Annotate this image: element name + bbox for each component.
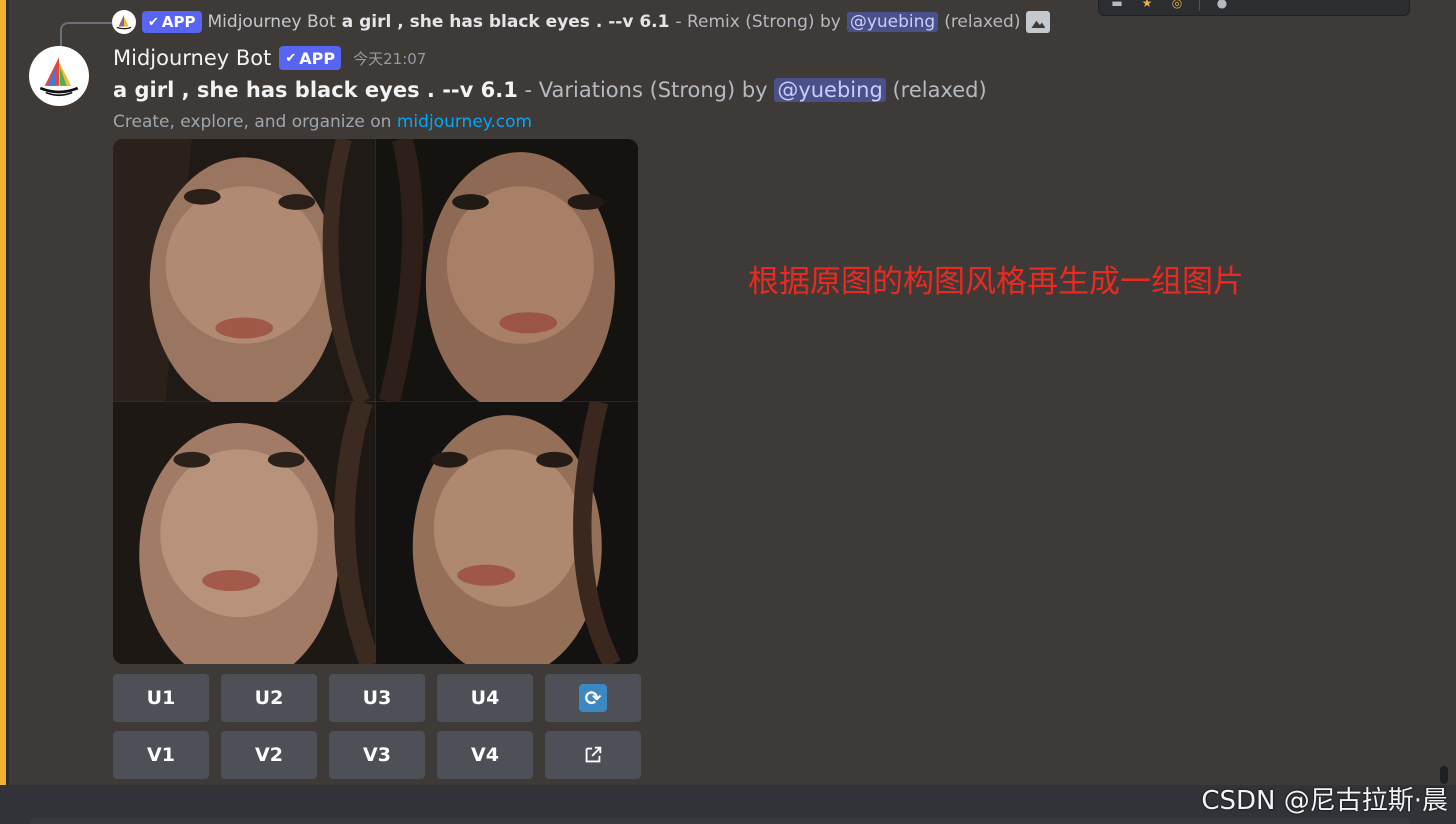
reply-author[interactable]: Midjourney Bot xyxy=(208,12,336,32)
author-name[interactable]: Midjourney Bot xyxy=(113,46,271,70)
variation-button-row: V1 V2 V3 V4 xyxy=(113,731,641,779)
checkmark-icon: ✔ xyxy=(285,50,297,66)
reaction-icon[interactable]: ▬ xyxy=(1109,0,1125,9)
midjourney-link[interactable]: midjourney.com xyxy=(397,112,532,132)
v4-button[interactable]: V4 xyxy=(437,731,533,779)
reply-mention[interactable]: @yuebing xyxy=(846,12,939,32)
grid-image-2[interactable] xyxy=(375,139,638,402)
message-mode: - Variations (Strong) by xyxy=(524,78,768,102)
sailboat-logo-icon xyxy=(116,14,132,30)
user-mention[interactable]: @yuebing xyxy=(774,78,886,102)
u1-button[interactable]: U1 xyxy=(113,674,209,722)
emoji-icon[interactable]: ◎ xyxy=(1169,0,1185,9)
message-hover-toolbar: ▬ ★ ◎ ● xyxy=(1098,0,1410,16)
star-icon[interactable]: ★ xyxy=(1139,0,1155,9)
reroll-button[interactable]: ⟳ xyxy=(545,674,641,722)
external-link-icon xyxy=(585,746,602,763)
checkmark-icon: ✔ xyxy=(148,14,159,30)
grid-image-1[interactable] xyxy=(113,139,376,402)
message-content: a girl , she has black eyes . --v 6.1 - … xyxy=(113,78,987,102)
web-button[interactable] xyxy=(545,731,641,779)
app-badge: ✔ APP xyxy=(142,11,202,33)
reply-avatar xyxy=(112,10,136,34)
message-subtext: Create, explore, and organize on midjour… xyxy=(113,112,532,132)
u4-button[interactable]: U4 xyxy=(437,674,533,722)
image-grid[interactable] xyxy=(113,139,638,664)
upscale-button-row: U1 U2 U3 U4 ⟳ xyxy=(113,674,641,722)
watermark: CSDN @尼古拉斯·晨 xyxy=(1201,786,1448,816)
toolbar-divider xyxy=(1199,0,1200,11)
u2-button[interactable]: U2 xyxy=(221,674,317,722)
timestamp: 今天21:07 xyxy=(353,49,427,68)
bot-avatar[interactable] xyxy=(29,46,89,106)
v3-button[interactable]: V3 xyxy=(329,731,425,779)
reply-speed: (relaxed) xyxy=(944,12,1021,32)
reply-prompt: a girl , she has black eyes . --v 6.1 xyxy=(341,12,670,32)
message-speed: (relaxed) xyxy=(892,78,987,102)
sailboat-logo-icon xyxy=(39,57,79,97)
app-badge: ✔ APP xyxy=(279,46,342,70)
v1-button[interactable]: V1 xyxy=(113,731,209,779)
v2-button[interactable]: V2 xyxy=(221,731,317,779)
image-attachment-icon xyxy=(1026,11,1051,33)
annotation-text: 根据原图的构图风格再生成一组图片 xyxy=(748,264,1244,300)
more-options-icon[interactable]: ● xyxy=(1214,0,1230,9)
refresh-icon: ⟳ xyxy=(579,684,607,712)
left-divider xyxy=(6,0,9,785)
message-prompt: a girl , she has black eyes . --v 6.1 xyxy=(113,78,518,102)
reply-reference[interactable]: ✔ APP Midjourney Bot a girl , she has bla… xyxy=(112,8,1051,36)
message-header: Midjourney Bot ✔ APP 今天21:07 xyxy=(113,46,426,70)
subtext-label: Create, explore, and organize on xyxy=(113,112,392,132)
reply-mode: - Remix (Strong) by xyxy=(675,12,841,32)
message-input-edge[interactable] xyxy=(30,818,1410,824)
reply-connector xyxy=(60,22,112,46)
grid-image-4[interactable] xyxy=(375,401,638,664)
u3-button[interactable]: U3 xyxy=(329,674,425,722)
grid-image-3[interactable] xyxy=(113,401,376,664)
